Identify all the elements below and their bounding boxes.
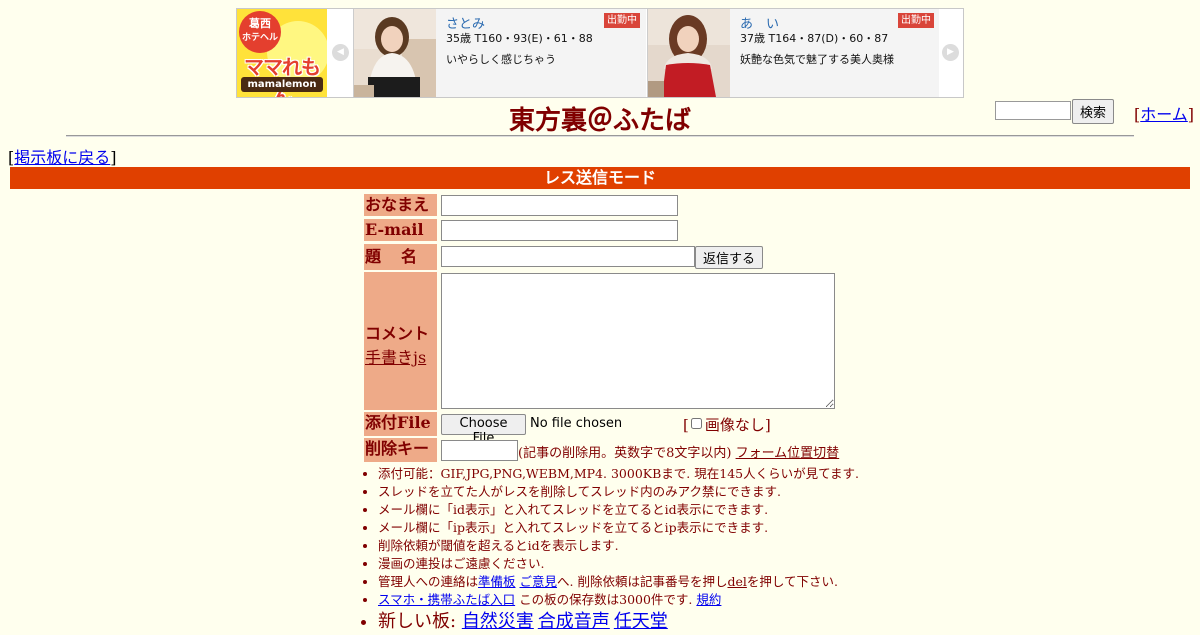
new-boards-label: 新しい板: xyxy=(378,611,457,632)
list-item: メール欄に「id表示」と入れてスレッドを立てるとid表示にできます. xyxy=(378,501,859,519)
list-item: 管理人への連絡は準備板 ご意見へ. 削除依頼は記事番号を押しdelを押して下さい… xyxy=(378,573,859,591)
no-image-option: [画像なし] xyxy=(683,416,771,434)
banner-card[interactable]: さとみ 出勤中 35歳 T160・93(E)・61・88 いやらしく感じちゃう xyxy=(353,9,646,97)
header-divider xyxy=(66,135,1134,137)
name-input[interactable] xyxy=(441,195,678,216)
handwriting-link[interactable]: 手書きjs xyxy=(365,348,426,367)
comment-textarea[interactable] xyxy=(441,273,835,409)
delete-key-hint: (記事の削除用。英数字で8文字以内) xyxy=(518,446,732,461)
subject-input[interactable] xyxy=(441,246,695,267)
logo-kind-text: ホテヘル xyxy=(241,33,278,43)
choose-file-button[interactable]: Choose File xyxy=(441,414,526,446)
email-label: E-mail xyxy=(364,219,437,241)
back-link-wrapper: [掲示板に戻る] xyxy=(8,148,117,167)
new-board-link[interactable]: 自然災害 xyxy=(462,611,534,632)
new-board-link[interactable]: 合成音声 xyxy=(538,611,610,632)
chevron-right-icon[interactable]: ▶ xyxy=(942,44,959,61)
form-position-toggle-link[interactable]: フォーム位置切替 xyxy=(736,446,840,461)
card-stats: 35歳 T160・93(E)・61・88 xyxy=(446,32,593,45)
board-notes: 添付可能：GIF,JPG,PNG,WEBM,MP4. 3000KBまで. 現在1… xyxy=(362,465,859,635)
contact-text-mid: へ. 削除依頼は記事番号を押し xyxy=(557,574,728,589)
card-stats: 37歳 T164・87(D)・60・87 xyxy=(740,32,889,45)
chevron-left-icon[interactable]: ◀ xyxy=(332,44,349,61)
home-link[interactable]: ホーム xyxy=(1140,105,1188,124)
banner-next-column: ▶ xyxy=(939,9,963,97)
logo-area-text: 葛西 xyxy=(249,17,271,30)
name-label: おなまえ xyxy=(364,194,437,216)
no-image-checkbox[interactable] xyxy=(690,418,702,429)
contact-text-end: を押して下さい. xyxy=(746,574,838,589)
ad-banner[interactable]: 葛西 ホテヘル ママれもん mamalemon ◀ さとみ 出勤中 35歳 T1… xyxy=(236,8,964,98)
new-board-link[interactable]: 任天堂 xyxy=(614,611,668,632)
list-item: スマホ・携帯ふたば入口 この板の保存数は3000件です. 規約 xyxy=(378,591,859,609)
search-input[interactable] xyxy=(995,101,1071,120)
file-label: 添付File xyxy=(364,412,437,436)
profile-photo xyxy=(648,9,730,97)
mamalemon-logo[interactable]: 葛西 ホテヘル ママれもん mamalemon xyxy=(237,9,327,97)
comment-label-cell: コメント 手書きjs xyxy=(364,272,437,410)
no-image-label: 画像なし xyxy=(704,416,765,434)
reply-mode-bar: レス送信モード xyxy=(10,167,1190,189)
delete-key-label: 削除キー xyxy=(364,438,437,462)
email-input[interactable] xyxy=(441,220,678,241)
logo-area-badge: 葛西 ホテヘル xyxy=(239,11,281,53)
delete-key-input[interactable] xyxy=(441,440,518,461)
contact-text: 管理人への連絡は xyxy=(378,574,479,589)
list-item: 添付可能：GIF,JPG,PNG,WEBM,MP4. 3000KBまで. 現在1… xyxy=(378,465,859,483)
comment-label: コメント xyxy=(365,324,430,343)
profile-photo xyxy=(354,9,436,97)
card-description: 妖艶な色気で魅了する美人奥様 xyxy=(740,53,894,66)
home-link-wrapper: [ホーム] xyxy=(1134,105,1195,124)
prep-board-link[interactable]: 準備板 xyxy=(478,574,516,589)
list-item: スレッドを立てた人がレスを削除してスレッド内のみアク禁にできます. xyxy=(378,483,859,501)
list-item: メール欄に「ip表示」と入れてスレッドを立てるとip表示にできます. xyxy=(378,519,859,537)
mobile-entrance-link[interactable]: スマホ・携帯ふたば入口 xyxy=(378,592,515,607)
subject-label: 題 名 xyxy=(364,244,437,270)
banner-card[interactable]: あ い 出勤中 37歳 T164・87(D)・60・87 妖艶な色気で魅了する美… xyxy=(647,9,940,97)
terms-link[interactable]: 規約 xyxy=(696,592,721,607)
del-link[interactable]: del xyxy=(727,574,746,589)
list-item: 削除依頼が閾値を超えるとidを表示します. xyxy=(378,537,859,555)
logo-sub-text: mamalemon xyxy=(241,77,323,92)
list-item: 漫画の連投はご遠慮ください. xyxy=(378,555,859,573)
delete-key-note: (記事の削除用。英数字で8文字以内) フォーム位置切替 xyxy=(518,442,839,461)
feedback-link[interactable]: ご意見 xyxy=(520,574,558,589)
banner-prev-column: ◀ xyxy=(329,9,353,97)
back-to-board-link[interactable]: 掲示板に戻る xyxy=(14,148,110,167)
search-button[interactable]: 検索 xyxy=(1072,99,1114,124)
file-status: No file chosen xyxy=(530,416,623,431)
submit-reply-button[interactable]: 返信する xyxy=(695,246,763,269)
status-badge: 出勤中 xyxy=(604,13,640,28)
retention-text: この板の保存数は3000件です. xyxy=(515,592,693,607)
list-item: 新しい板: 自然災害合成音声任天堂 xyxy=(378,609,859,635)
status-badge: 出勤中 xyxy=(898,13,934,28)
card-description: いやらしく感じちゃう xyxy=(446,53,556,66)
